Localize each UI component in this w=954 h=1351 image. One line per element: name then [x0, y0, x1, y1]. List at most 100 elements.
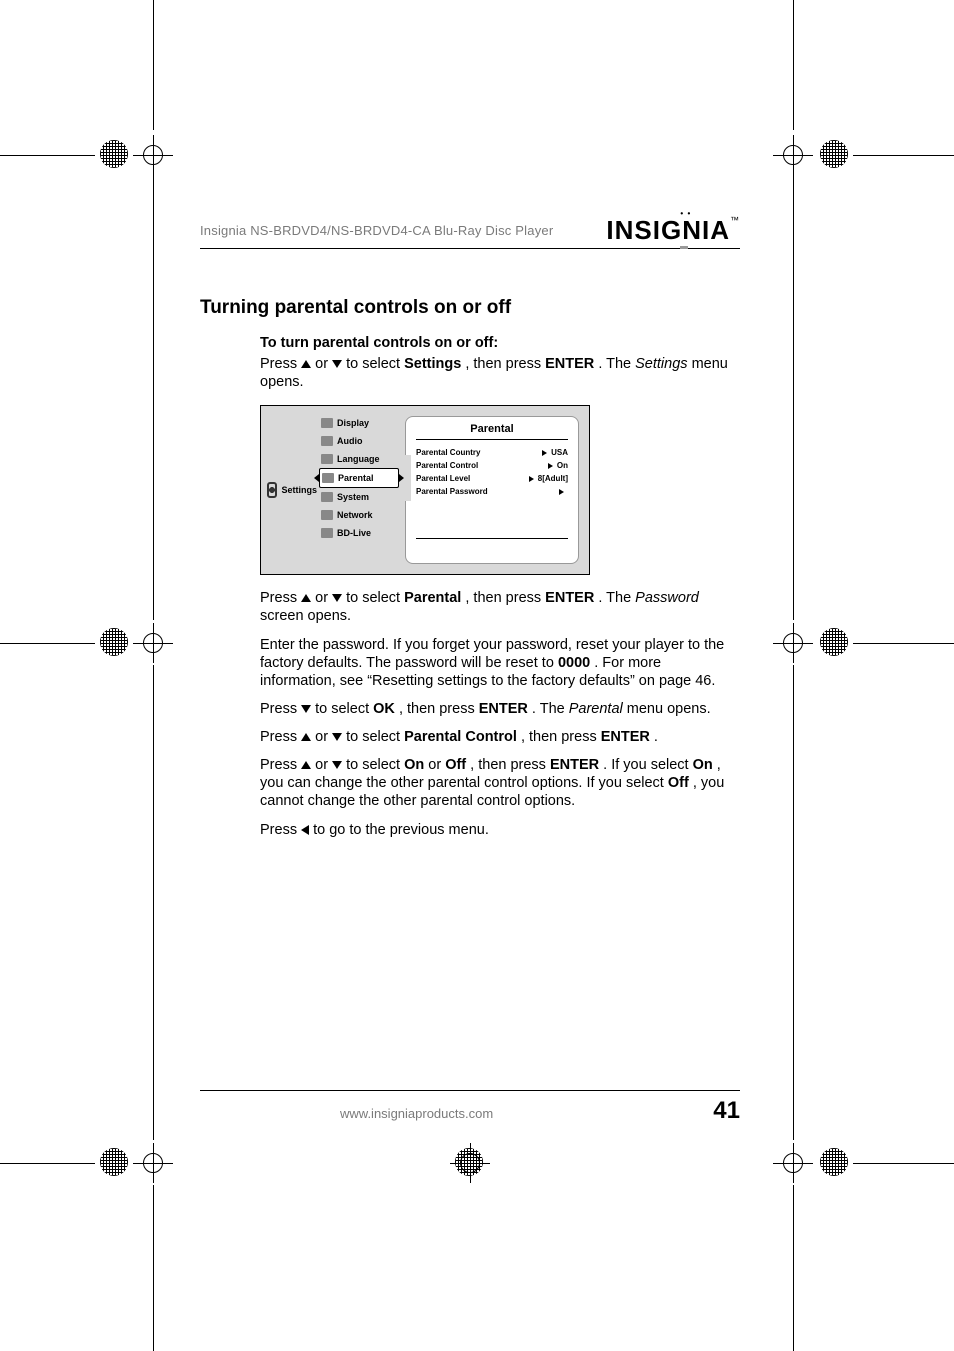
bdlive-icon: [321, 528, 333, 538]
bold-term: ENTER: [545, 356, 594, 372]
panel-row: Parental Password: [416, 485, 568, 498]
step-6: Press or to select On or Off , then pres…: [260, 756, 740, 810]
display-icon: [321, 418, 333, 428]
reg-cross: [773, 135, 813, 175]
text: Press: [260, 701, 301, 717]
page-content: Insignia NS-BRDVD4/NS-BRDVD4-CA Blu-Ray …: [200, 215, 740, 839]
language-icon: [321, 454, 333, 464]
text: to select: [315, 701, 373, 717]
row-value: On: [557, 461, 568, 470]
step-3: Enter the password. If you forget your p…: [260, 636, 740, 690]
panel-title: Parental: [416, 423, 568, 440]
play-arrow-icon: [529, 476, 534, 482]
crop-line: [853, 643, 954, 644]
bold-term: ENTER: [479, 701, 528, 717]
reg-cross: [450, 1143, 490, 1183]
crop-line: [0, 643, 95, 644]
bold-term: Off: [668, 775, 689, 791]
menu-item-label: Audio: [337, 436, 363, 446]
menu-item-label: Display: [337, 418, 369, 428]
crop-line: [153, 1185, 154, 1351]
crop-line: [153, 665, 154, 1140]
down-arrow-icon: [301, 705, 311, 713]
page-number: 41: [713, 1097, 740, 1125]
step-2: Press or to select Parental , then press…: [260, 589, 740, 625]
bold-term: On: [404, 757, 424, 773]
play-arrow-icon: [542, 450, 547, 456]
crop-line: [0, 155, 95, 156]
italic-term: Password: [635, 590, 699, 606]
reg-cross: [133, 1143, 173, 1183]
text: Press: [260, 757, 301, 773]
text: to select: [346, 590, 404, 606]
left-arrow-icon: [301, 825, 309, 835]
text: menu opens.: [627, 701, 711, 717]
crop-line: [153, 175, 154, 620]
menu-item-bdlive: BD-Live: [319, 524, 399, 542]
brand-accent-dots: • •: [680, 209, 691, 218]
row-value: USA: [551, 448, 568, 457]
text: , then press: [521, 729, 601, 745]
text: . The: [532, 701, 569, 717]
text: to go to the previous menu.: [313, 822, 489, 838]
crop-line: [793, 175, 794, 620]
reg-dot: [100, 628, 128, 656]
menu-panel: Parental Parental Country USA Parental Co…: [405, 416, 579, 564]
reg-dot: [100, 140, 128, 168]
text: or: [315, 590, 332, 606]
text: . The: [598, 356, 635, 372]
step-4: Press to select OK , then press ENTER . …: [260, 700, 740, 718]
crop-line: [793, 665, 794, 1140]
reg-cross: [773, 623, 813, 663]
text: , then press: [465, 356, 545, 372]
row-label: Parental Password: [416, 487, 488, 496]
procedure-title: To turn parental controls on or off:: [260, 335, 740, 351]
panel-notch: [405, 455, 411, 501]
crop-line: [853, 155, 954, 156]
row-label: Parental Country: [416, 448, 480, 457]
crop-line: [153, 0, 154, 130]
panel-row: Parental Country USA: [416, 446, 568, 459]
panel-row: Parental Level8[Adult]: [416, 472, 568, 485]
text: , then press: [465, 590, 545, 606]
menu-item-label: Parental: [338, 473, 374, 483]
play-arrow-icon: [559, 489, 564, 495]
brand-logo: • • INSIGNIA™: [606, 215, 740, 246]
menu-item-system: System: [319, 488, 399, 506]
menu-item-label: BD-Live: [337, 528, 371, 538]
up-arrow-icon: [301, 761, 311, 769]
italic-term: Parental: [569, 701, 623, 717]
settings-icon: [267, 482, 277, 498]
step-1: Press or to select Settings , then press…: [260, 355, 740, 391]
reg-dot: [100, 1148, 128, 1176]
play-arrow-icon: [548, 463, 553, 469]
text: or: [315, 356, 332, 372]
brand-accent-underline: [680, 246, 688, 249]
reg-cross: [133, 623, 173, 663]
text: . The: [598, 590, 635, 606]
menu-item-network: Network: [319, 506, 399, 524]
section-title: Turning parental controls on or off: [200, 297, 740, 319]
reg-dot: [820, 1148, 848, 1176]
row-label: Parental Control: [416, 461, 478, 470]
menu-item-parental: Parental: [319, 468, 399, 488]
up-arrow-icon: [301, 733, 311, 741]
crop-line: [793, 1185, 794, 1351]
panel-row: Parental Control On: [416, 459, 568, 472]
page-footer: www.insigniaproducts.com 41: [200, 1090, 740, 1125]
bold-term: ENTER: [545, 590, 594, 606]
down-arrow-icon: [332, 594, 342, 602]
bold-term: Parental Control: [404, 729, 517, 745]
row-value: 8[Adult]: [538, 474, 568, 483]
bold-term: Off: [445, 757, 466, 773]
text: or: [428, 757, 445, 773]
up-arrow-icon: [301, 594, 311, 602]
brand-text: INSIGNIA: [606, 215, 730, 245]
bold-term: On: [693, 757, 713, 773]
system-icon: [321, 492, 333, 502]
down-arrow-icon: [332, 761, 342, 769]
menu-item-language: Language: [319, 450, 399, 468]
text: to select: [346, 356, 404, 372]
reg-dot: [820, 140, 848, 168]
text: , then press: [470, 757, 550, 773]
